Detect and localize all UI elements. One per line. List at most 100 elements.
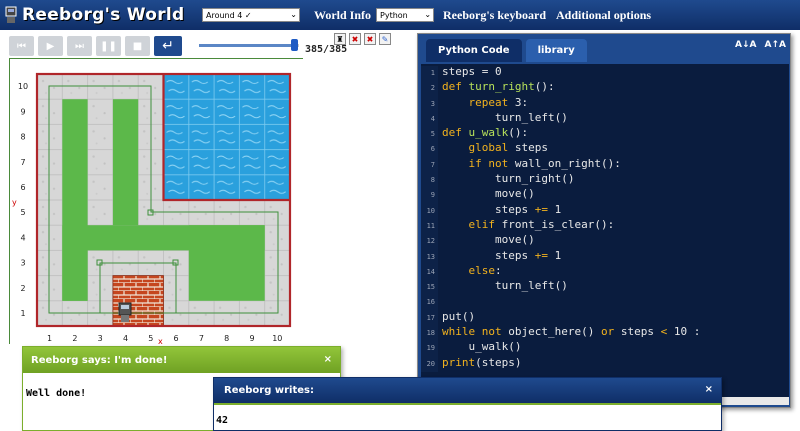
brick-wall [112, 275, 164, 326]
world-tools: ♜ ✖ ✖ ✎ [334, 33, 394, 45]
code-line[interactable]: 19 u_walk() [421, 339, 789, 357]
world-info-menu[interactable]: World Info [314, 8, 371, 23]
editor-tabs: Python Code library A↓A A↑A [418, 34, 790, 62]
code-line[interactable]: 16 [421, 293, 789, 311]
top-bar: Reeborg's World Around 4 ✓ ⌄ World Info … [0, 0, 800, 30]
return-button[interactable]: ↵ [154, 36, 182, 56]
pause-icon: ❚❚ [100, 40, 117, 52]
step-button[interactable]: ⏭ [67, 36, 92, 56]
step-icon: ⏭ [75, 40, 84, 52]
x-axis-label: 2 [72, 334, 77, 343]
code-line[interactable]: 1 steps = 0 [421, 64, 789, 82]
pause-button[interactable]: ❚❚ [96, 36, 121, 56]
code-line[interactable]: 11 elif front_is_clear(): [421, 217, 789, 235]
reload-button[interactable]: ⏮ [9, 36, 34, 56]
code-line[interactable]: 7 if not wall_on_right(): [421, 156, 789, 174]
tab-python-code[interactable]: Python Code [426, 39, 522, 62]
code-text: move() [442, 233, 535, 247]
code-line[interactable]: 8 turn_right() [421, 171, 789, 189]
code-line[interactable]: 13 steps += 1 [421, 248, 789, 265]
clear-marks-icon[interactable]: ✖ [349, 33, 361, 45]
y-axis-letter: y [12, 198, 17, 207]
return-icon: ↵ [162, 38, 174, 54]
x-axis-label: 10 [272, 334, 282, 343]
x-axis-label: 8 [224, 334, 229, 343]
y-axis-label: 1 [20, 309, 25, 318]
app-logo: Reeborg's World [0, 0, 200, 30]
reload-icon: ⏮ [17, 40, 26, 52]
y-axis-label: 2 [20, 284, 25, 293]
x-axis-label: 4 [123, 334, 128, 343]
x-axis-label: 9 [249, 334, 254, 343]
code-line[interactable]: 18 while not object_here() or steps < 10 … [421, 324, 789, 342]
app-title: Reeborg's World [22, 5, 185, 25]
world-canvas: 1 2 3 4 5 6 7 8 9 10 1 2 3 4 5 6 7 8 9 10 x y [9, 58, 304, 345]
chevron-down-icon: ⌄ [290, 10, 297, 19]
x-axis-label: 3 [98, 334, 103, 343]
font-size-controls: A↓A A↑A [727, 40, 786, 50]
dialog-header: Reeborg writes: × [214, 378, 721, 403]
output-text: 42 [216, 415, 229, 426]
y-axis-label: 10 [18, 82, 28, 91]
dialog-title: Reeborg says: I'm done! [31, 354, 168, 366]
language-select-value: Python [380, 10, 408, 20]
code-text: while not object_here() or steps < 10 : [442, 325, 701, 339]
playback-controls: ⏮ ▶ ⏭ ❚❚ ■ ↵ [9, 35, 186, 57]
code-line[interactable]: 6 global steps [421, 140, 789, 158]
code-line[interactable]: 5 def u_walk(): [421, 125, 789, 143]
y-axis-label: 3 [20, 259, 25, 268]
code-text: steps += 1 [442, 202, 562, 216]
code-line[interactable]: 15 turn_left() [421, 278, 789, 296]
close-icon[interactable]: × [705, 384, 713, 395]
y-axis-label: 8 [20, 133, 25, 142]
code-text: print(steps) [442, 355, 522, 369]
code-line[interactable]: 4 turn_left() [421, 110, 789, 128]
x-axis-letter: x [158, 337, 163, 345]
language-select[interactable]: Python ⌄ [376, 8, 435, 22]
y-axis-label: 9 [20, 107, 25, 116]
code-line[interactable]: 2 def turn_right(): [421, 79, 789, 97]
code-line[interactable]: 12 move() [421, 232, 789, 250]
code-text: u_walk() [442, 340, 522, 354]
code-line[interactable]: 3 repeat 3: [421, 95, 789, 112]
delete-icon[interactable]: ✖ [364, 33, 376, 45]
keyboard-menu[interactable]: Reeborg's keyboard [443, 8, 546, 23]
world-select[interactable]: Around 4 ✓ ⌄ [202, 8, 300, 22]
trophy-icon[interactable]: ♜ [334, 33, 346, 45]
stop-button[interactable]: ■ [125, 36, 150, 56]
code-line[interactable]: 14 else: [421, 263, 789, 281]
code-line[interactable]: 20 print(steps) [421, 355, 789, 372]
close-icon[interactable]: × [324, 354, 332, 365]
code-text: repeat 3: [468, 95, 529, 109]
code-text: turn_left() [442, 279, 568, 293]
code-editor-panel: Python Code library A↓A A↑A 1 steps = 02d… [417, 33, 791, 408]
slider-fill [199, 44, 294, 47]
world-select-value: Around 4 ✓ [206, 10, 252, 20]
code-area[interactable]: 1 steps = 0 2 def turn_right(): 3 repeat 3: 4… [421, 64, 789, 400]
step-counter: 385/385 [305, 44, 348, 55]
x-axis-label: 1 [47, 334, 52, 343]
slider-thumb[interactable] [291, 39, 298, 51]
code-text: global steps [468, 141, 549, 155]
code-text: turn_left() [442, 110, 568, 124]
line-number: 20 [421, 356, 438, 372]
code-text: steps = 0 [442, 65, 502, 78]
code-text: put() [442, 309, 476, 323]
code-text: def u_walk(): [442, 126, 529, 140]
edit-world-icon[interactable]: ✎ [379, 33, 391, 45]
y-axis-label: 7 [20, 158, 25, 167]
options-menu[interactable]: Additional options [556, 8, 651, 23]
decrease-font-button[interactable]: A↓A [735, 40, 756, 50]
run-button[interactable]: ▶ [38, 36, 63, 56]
code-text: if not wall_on_right(): [468, 156, 621, 170]
tab-library[interactable]: library [525, 39, 587, 62]
increase-font-button[interactable]: A↑A [765, 40, 786, 50]
code-text: else: [468, 263, 502, 277]
code-text: steps += 1 [442, 248, 562, 262]
code-line[interactable]: 9 move() [421, 186, 789, 204]
speed-slider[interactable] [199, 39, 299, 51]
code-text: move() [442, 187, 535, 201]
code-line[interactable]: 10 steps += 1 [421, 202, 789, 219]
reeborg-logo-icon [4, 5, 18, 25]
code-line[interactable]: 17 put() [421, 309, 789, 327]
